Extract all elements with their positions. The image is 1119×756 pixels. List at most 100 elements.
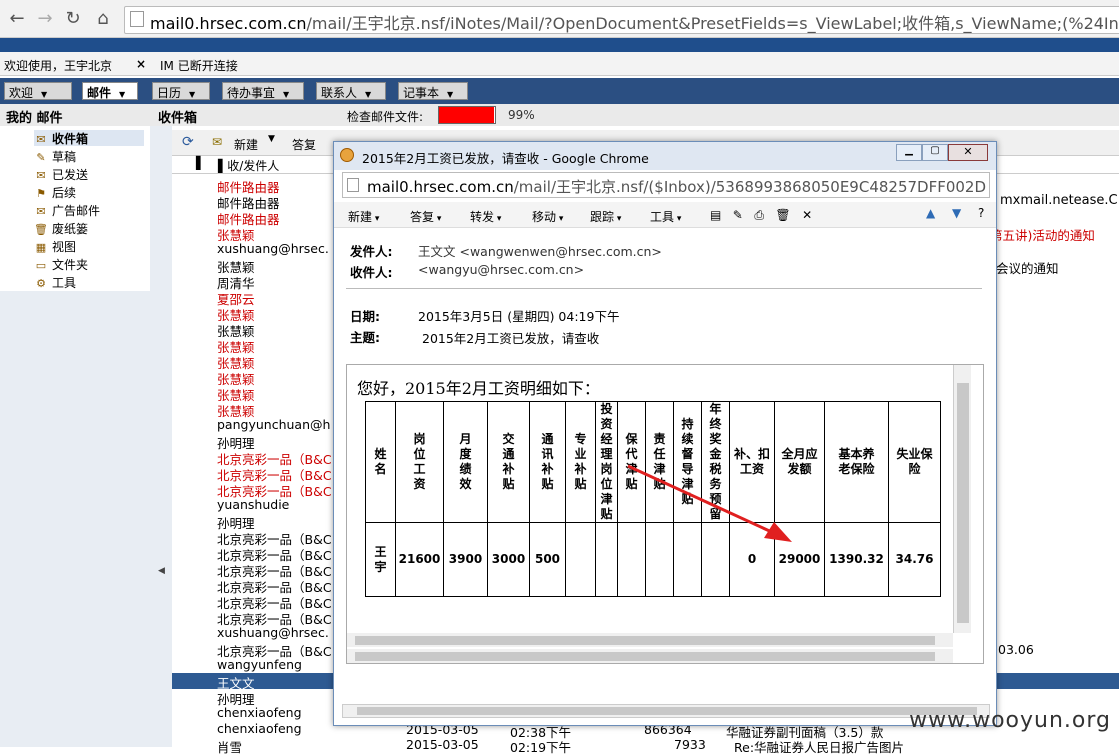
mail-row-sender[interactable]: chenxiaofeng — [217, 705, 302, 721]
tab-2[interactable]: 日历 ▼ — [152, 82, 210, 100]
popup-bottom-scrollbar[interactable] — [342, 704, 990, 718]
popup-toolbar-button[interactable]: 工具 ▾ — [650, 208, 681, 225]
folder-item[interactable]: ▦ 视图 — [34, 238, 76, 254]
mail-row-sender[interactable]: 北京亮彩一品（B&C — [217, 641, 332, 659]
chevron-down-icon[interactable]: ▼ — [41, 90, 47, 99]
collapse-arrow-icon[interactable]: ◀ — [158, 566, 165, 576]
mail-row-sender[interactable]: 北京亮彩一品（B&C — [217, 465, 332, 483]
from-column-header[interactable]: ▌收/发件人 — [218, 157, 279, 174]
mail-row-sender[interactable]: chenxiaofeng — [217, 721, 302, 737]
tab-3[interactable]: 待办事宜 ▼ — [222, 82, 304, 100]
chevron-down-icon[interactable]: ▾ — [614, 214, 622, 224]
tab-0[interactable]: 欢迎 ▼ — [4, 82, 72, 100]
mail-row-sender[interactable]: 孙明理 — [217, 433, 255, 451]
mail-row-sender[interactable]: 王文文 — [217, 673, 255, 691]
folder-item[interactable]: ✉ 已发送 — [34, 166, 88, 182]
panel-splitter[interactable]: ◀ — [152, 126, 172, 747]
reload-icon[interactable]: ↻ — [62, 8, 84, 30]
mail-row-sender[interactable]: 张慧颖 — [217, 401, 255, 419]
chevron-down-icon[interactable]: ▾ — [494, 214, 502, 224]
scroll-thumb[interactable] — [957, 383, 969, 623]
mail-row-sender[interactable]: wangyunfeng — [217, 657, 302, 673]
popup-toolbar-button[interactable]: 跟踪 ▾ — [590, 208, 621, 225]
note-icon[interactable]: ▤ — [710, 208, 721, 222]
chevron-down-icon[interactable]: ▼ — [283, 90, 289, 99]
chevron-down-icon[interactable]: ▼ — [365, 90, 371, 99]
popup-toolbar-button[interactable]: 转发 ▾ — [470, 208, 501, 225]
refresh-icon[interactable]: ⟳ — [182, 134, 194, 150]
close-icon[interactable]: × — [136, 57, 146, 71]
mail-row-sender[interactable]: 张慧颖 — [217, 337, 255, 355]
down-arrow-icon[interactable]: ▼ — [952, 206, 961, 220]
mail-row-sender[interactable]: 肖雪 — [217, 737, 242, 755]
mail-row-sender[interactable]: 北京亮彩一品（B&C — [217, 577, 332, 595]
mail-row-sender[interactable]: 北京亮彩一品（B&C — [217, 481, 332, 499]
help-icon[interactable]: ? — [978, 206, 984, 220]
popup-toolbar-button[interactable]: 答复 ▾ — [410, 208, 441, 225]
chevron-down-icon[interactable]: ▼ — [189, 90, 195, 99]
tab-4[interactable]: 联系人 ▼ — [316, 82, 386, 100]
popup-toolbar-button[interactable]: 新建 ▾ — [348, 208, 379, 225]
folder-item[interactable]: 🗑 废纸篓 — [34, 220, 88, 236]
mail-row-sender[interactable]: 北京亮彩一品（B&C — [217, 545, 332, 563]
mail-row-sender[interactable]: 北京亮彩一品（B&C — [217, 529, 332, 547]
vertical-scrollbar[interactable] — [953, 365, 971, 633]
mail-row-sender[interactable]: xushuang@hrsec. — [217, 241, 329, 257]
mail-row-sender[interactable]: 张慧颖 — [217, 353, 255, 371]
mail-row-sender[interactable]: yuanshudie — [217, 497, 289, 513]
mail-row-sender[interactable]: 夏邵云 — [217, 289, 255, 307]
edit-icon[interactable]: ✎ — [733, 208, 743, 222]
mail-row-sender[interactable]: pangyunchuan@h — [217, 417, 330, 433]
maximize-button[interactable]: ▢ — [922, 144, 948, 161]
popup-address-bar[interactable]: mail0.hrsec.com.cn/mail/王宇北京.nsf/($Inbox… — [342, 172, 990, 198]
folder-item[interactable]: ▭ 文件夹 — [34, 256, 88, 272]
home-icon[interactable]: ⌂ — [92, 8, 114, 30]
new-mail-icon[interactable]: ✉ — [212, 135, 222, 149]
mail-row-sender[interactable]: 北京亮彩一品（B&C — [217, 561, 332, 579]
mail-row-sender[interactable]: 张慧颖 — [217, 369, 255, 387]
horizontal-scrollbar[interactable] — [347, 633, 953, 647]
mail-row-sender[interactable]: 孙明理 — [217, 513, 255, 531]
mail-row-sender[interactable]: 张慧颖 — [217, 257, 255, 275]
trash-icon[interactable]: 🗑 — [775, 208, 790, 222]
chevron-down-icon[interactable]: ▼ — [268, 134, 275, 144]
chevron-down-icon[interactable]: ▾ — [674, 214, 682, 224]
tab-1[interactable]: 邮件 ▼ — [82, 82, 138, 100]
chevron-down-icon[interactable]: ▾ — [556, 214, 564, 224]
mail-row-sender[interactable]: 张慧颖 — [217, 385, 255, 403]
chevron-down-icon[interactable]: ▾ — [372, 214, 380, 224]
tab-5[interactable]: 记事本 ▼ — [398, 82, 468, 100]
chevron-down-icon[interactable]: ▼ — [447, 90, 453, 99]
mail-row-sender[interactable]: 张慧颖 — [217, 321, 255, 339]
reply-button[interactable]: 答复 — [292, 136, 316, 153]
mail-row-sender[interactable]: 邮件路由器 — [217, 193, 280, 211]
mail-row-sender[interactable]: 北京亮彩一品（B&C — [217, 609, 332, 627]
chevron-down-icon[interactable]: ▾ — [434, 214, 442, 224]
mail-row-sender[interactable]: xushuang@hrsec. — [217, 625, 329, 641]
folder-item[interactable]: ✎ 草稿 — [34, 148, 76, 164]
mail-row-sender[interactable]: 张慧颖 — [217, 225, 255, 243]
up-arrow-icon[interactable]: ▲ — [926, 206, 935, 220]
new-button[interactable]: 新建 — [234, 136, 258, 153]
close-button[interactable]: ✕ — [948, 144, 988, 161]
scroll-thumb[interactable] — [355, 636, 935, 645]
mail-row-sender[interactable]: 孙明理 — [217, 689, 255, 707]
folder-item[interactable]: ✉ 广告邮件 — [34, 202, 100, 218]
mail-row-sender[interactable]: 北京亮彩一品（B&C — [217, 449, 332, 467]
folder-item[interactable]: ⚙ 工具 — [34, 274, 76, 290]
im-status[interactable]: IM 已断开连接 — [160, 57, 238, 74]
horizontal-scrollbar[interactable] — [347, 649, 953, 663]
minimize-button[interactable]: ▁ — [896, 144, 922, 161]
close-icon[interactable]: ✕ — [802, 208, 812, 222]
mail-row-sender[interactable]: 邮件路由器 — [217, 177, 280, 195]
folder-item[interactable]: ✉ 收件箱 — [34, 130, 144, 146]
mail-row-sender[interactable]: 邮件路由器 — [217, 209, 280, 227]
scroll-thumb[interactable] — [355, 652, 935, 661]
folder-item[interactable]: ⚑ 后续 — [34, 184, 76, 200]
scroll-thumb[interactable] — [357, 707, 977, 715]
chevron-down-icon[interactable]: ▼ — [119, 90, 125, 99]
mail-row-sender[interactable]: 周清华 — [217, 273, 255, 291]
mail-row-sender[interactable]: 张慧颖 — [217, 305, 255, 323]
print-icon[interactable]: ⎙ — [754, 208, 764, 222]
forward-arrow-icon[interactable]: → — [34, 8, 56, 30]
